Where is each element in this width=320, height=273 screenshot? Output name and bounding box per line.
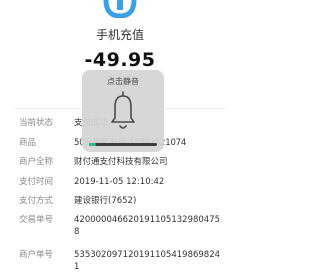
- detail-key: 商品: [19, 138, 37, 148]
- volume-level-fill: [89, 143, 96, 146]
- bell-icon[interactable]: [109, 90, 137, 132]
- detail-key: 支付时间: [19, 177, 54, 187]
- detail-key: 当前状态: [19, 118, 54, 128]
- detail-value: 财付通支付科技有限公司: [74, 157, 168, 167]
- detail-key: 支付方式: [19, 196, 54, 206]
- merchant-logo-icon: [103, 0, 137, 18]
- payment-title: 手机充值: [95, 28, 144, 42]
- volume-toast[interactable]: 点击静音: [82, 70, 164, 152]
- detail-key: 商户单号: [19, 250, 54, 260]
- detail-value[interactable]: 4200000466201911051329804758: [74, 214, 224, 238]
- detail-value[interactable]: 5353020971201911054198698241: [74, 249, 224, 273]
- detail-value: 2019-11-05 12:10:42: [74, 177, 165, 187]
- detail-key: 交易单号: [19, 215, 54, 225]
- detail-value: 建设银行(7652): [74, 196, 137, 206]
- volume-slider[interactable]: [89, 143, 157, 146]
- detail-key: 商户全称: [19, 157, 54, 167]
- payment-amount: -49.95: [84, 49, 156, 71]
- mute-hint: 点击静音: [107, 77, 139, 86]
